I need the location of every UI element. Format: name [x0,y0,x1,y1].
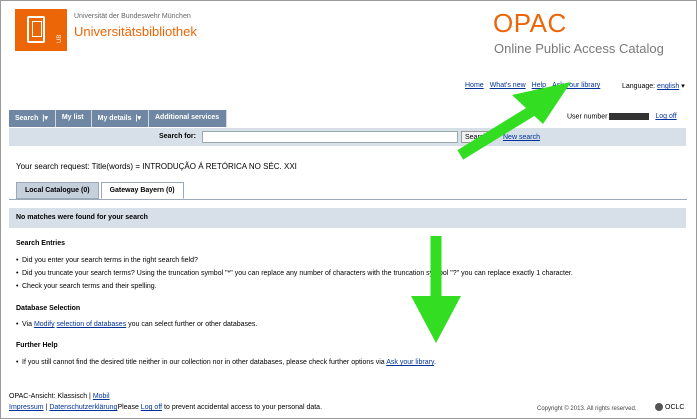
arrow-to-ask-library-icon [457,82,571,160]
annotation-arrows [411,82,571,343]
arrow-down-icon [411,236,461,343]
